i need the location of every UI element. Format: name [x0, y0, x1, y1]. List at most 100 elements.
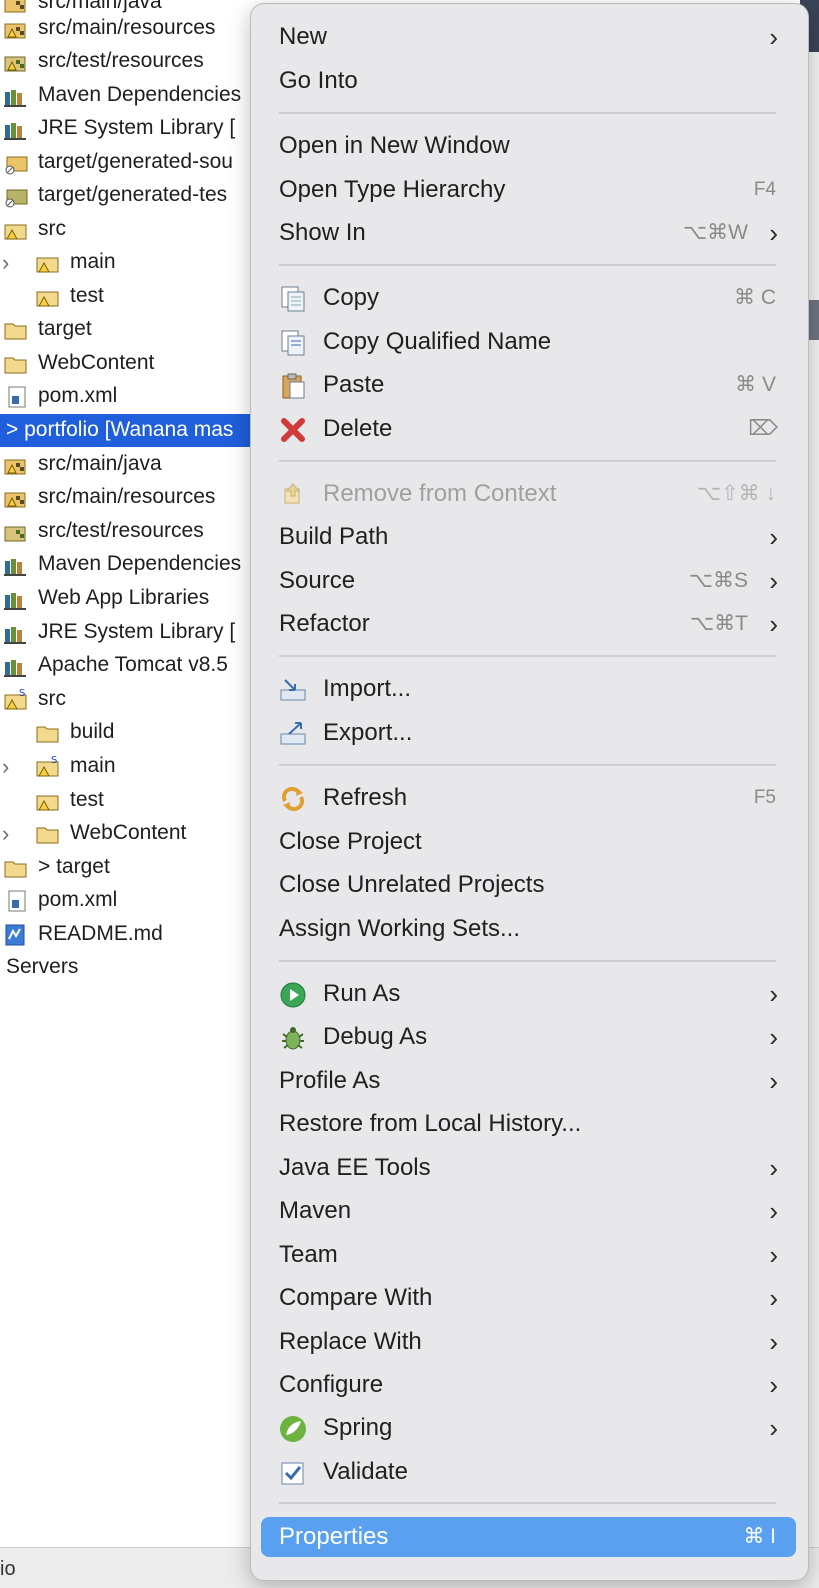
- menu-item-compare-with[interactable]: Compare With ›: [261, 1278, 796, 1318]
- folder-icon: [4, 318, 28, 342]
- menu-item-export[interactable]: Export...: [261, 713, 796, 753]
- menu-item-replace-with[interactable]: Replace With ›: [261, 1322, 796, 1362]
- tree-item-label: Apache Tomcat v8.5: [38, 653, 228, 676]
- menu-item-build-path[interactable]: Build Path ›: [261, 517, 796, 557]
- run-icon: [279, 981, 307, 1009]
- tree-item-label: pom.xml: [38, 384, 118, 407]
- menu-item-label: Build Path: [279, 523, 389, 550]
- delete-key-icon: ⌦: [748, 417, 778, 440]
- menu-item-label: Show In: [279, 219, 366, 246]
- tree-item-label: src: [38, 687, 66, 710]
- tree-item-label: > portfolio [Wanana mas: [6, 418, 234, 441]
- menu-item-run-as[interactable]: Run As ›: [261, 974, 796, 1014]
- tree-item-label: build: [70, 720, 115, 743]
- menu-item-copy-qualified-name[interactable]: Copy Qualified Name: [261, 322, 796, 362]
- menu-item-label: Paste: [323, 371, 385, 398]
- shortcut-label: ⌘ V: [735, 373, 776, 396]
- menu-item-label: Refactor: [279, 610, 370, 637]
- menu-item-paste[interactable]: Paste ⌘ V: [261, 365, 796, 405]
- tree-item-label: main: [70, 250, 116, 273]
- tree-item-label: Servers: [6, 955, 79, 978]
- menu-item-refresh[interactable]: Refresh F5: [261, 778, 796, 818]
- status-text: io: [0, 1558, 16, 1580]
- menu-item-label: Close Project: [279, 828, 422, 855]
- menu-item-open-in-new-window[interactable]: Open in New Window: [261, 126, 796, 166]
- menu-item-java-ee-tools[interactable]: Java EE Tools ›: [261, 1148, 796, 1188]
- source-folder-icon: [4, 520, 28, 544]
- tree-item-label: src/test/resources: [38, 49, 204, 72]
- submenu-arrow-icon: ›: [769, 1066, 778, 1096]
- menu-item-maven[interactable]: Maven ›: [261, 1191, 796, 1231]
- menu-item-label: Source: [279, 567, 356, 594]
- shortcut-label: F4: [753, 179, 776, 200]
- tree-item-label: test: [70, 788, 104, 811]
- menu-item-open-type-hierarchy[interactable]: Open Type Hierarchy F4: [261, 170, 796, 210]
- menu-item-label: Debug As: [323, 1023, 428, 1050]
- import-icon: [279, 676, 307, 704]
- svg-text:S: S: [51, 755, 57, 766]
- submenu-arrow-icon: ›: [769, 1022, 778, 1052]
- debug-icon: [279, 1024, 307, 1052]
- tree-item-label: JRE System Library [: [38, 116, 236, 139]
- menu-item-configure[interactable]: Configure ›: [261, 1365, 796, 1405]
- menu-item-copy[interactable]: Copy ⌘ C: [261, 278, 796, 318]
- submenu-arrow-icon: ›: [769, 1413, 778, 1443]
- shortcut-label: ⌥⇧⌘ ↓: [696, 482, 776, 505]
- menu-item-import[interactable]: Import...: [261, 669, 796, 709]
- menu-item-source[interactable]: Source ⌥⌘S ›: [261, 561, 796, 601]
- tree-item-label: main: [70, 754, 116, 777]
- menu-item-spring[interactable]: Spring ›: [261, 1408, 796, 1448]
- chevron-right-icon[interactable]: ›: [2, 821, 9, 847]
- tree-item-label: Maven Dependencies: [38, 552, 242, 575]
- menu-item-properties[interactable]: Properties ⌘ I: [261, 1517, 796, 1557]
- menu-item-label: New: [279, 23, 328, 50]
- tree-item-label: target/generated-sou: [38, 150, 233, 173]
- chevron-right-icon[interactable]: ›: [2, 250, 9, 276]
- submenu-arrow-icon: ›: [769, 1370, 778, 1400]
- menu-item-show-in[interactable]: Show In ⌥⌘W ›: [261, 213, 796, 253]
- submenu-arrow-icon: ›: [769, 1327, 778, 1357]
- delete-icon: [279, 416, 307, 444]
- menu-item-profile-as[interactable]: Profile As ›: [261, 1061, 796, 1101]
- menu-item-label: Properties: [279, 1523, 389, 1550]
- menu-item-validate[interactable]: Validate: [261, 1452, 796, 1492]
- menu-item-team[interactable]: Team ›: [261, 1235, 796, 1275]
- menu-item-label: Open Type Hierarchy: [279, 176, 506, 203]
- shortcut-label: ⌘ I: [743, 1525, 776, 1548]
- menu-item-label: Assign Working Sets...: [279, 915, 520, 942]
- menu-item-go-into[interactable]: Go Into: [261, 61, 796, 101]
- submenu-arrow-icon: ›: [769, 1153, 778, 1183]
- menu-item-new[interactable]: New ›: [261, 17, 796, 57]
- menu-item-restore-from-local-history[interactable]: Restore from Local History...: [261, 1104, 796, 1144]
- library-icon: [4, 84, 28, 108]
- menu-separator: [279, 112, 776, 114]
- tree-item-label: Maven Dependencies: [38, 83, 242, 106]
- chevron-right-icon[interactable]: ›: [2, 754, 9, 780]
- menu-item-delete[interactable]: Delete ⌦: [261, 409, 796, 449]
- menu-item-label: Run As: [323, 980, 401, 1007]
- menu-item-assign-working-sets[interactable]: Assign Working Sets...: [261, 909, 796, 949]
- source-folder-icon: [4, 50, 28, 74]
- generated-folder-icon: [4, 151, 28, 175]
- menu-item-label: Validate: [323, 1458, 408, 1485]
- menu-item-label: Import...: [323, 675, 412, 702]
- tree-item-label: src: [38, 217, 66, 240]
- menu-item-remove-from-context[interactable]: Remove from Context ⌥⇧⌘ ↓: [261, 474, 796, 514]
- submenu-arrow-icon: ›: [769, 1283, 778, 1313]
- menu-item-debug-as[interactable]: Debug As ›: [261, 1017, 796, 1057]
- folder-warning-icon: [36, 251, 60, 275]
- menu-item-close-project[interactable]: Close Project: [261, 822, 796, 862]
- xml-file-icon: [6, 889, 30, 913]
- menu-item-label: Replace With: [279, 1328, 422, 1355]
- remove-context-icon: [279, 481, 307, 509]
- library-icon: [4, 553, 28, 577]
- menu-item-close-unrelated-projects[interactable]: Close Unrelated Projects: [261, 865, 796, 905]
- library-icon: [4, 621, 28, 645]
- folder-warning-icon: [4, 218, 28, 242]
- menu-item-refactor[interactable]: Refactor ⌥⌘T ›: [261, 604, 796, 644]
- submenu-arrow-icon: ›: [769, 522, 778, 552]
- shortcut-label: ⌥⌘T: [689, 612, 748, 635]
- submenu-arrow-icon: ›: [769, 979, 778, 1009]
- xml-file-icon: [6, 385, 30, 409]
- menu-separator: [279, 764, 776, 766]
